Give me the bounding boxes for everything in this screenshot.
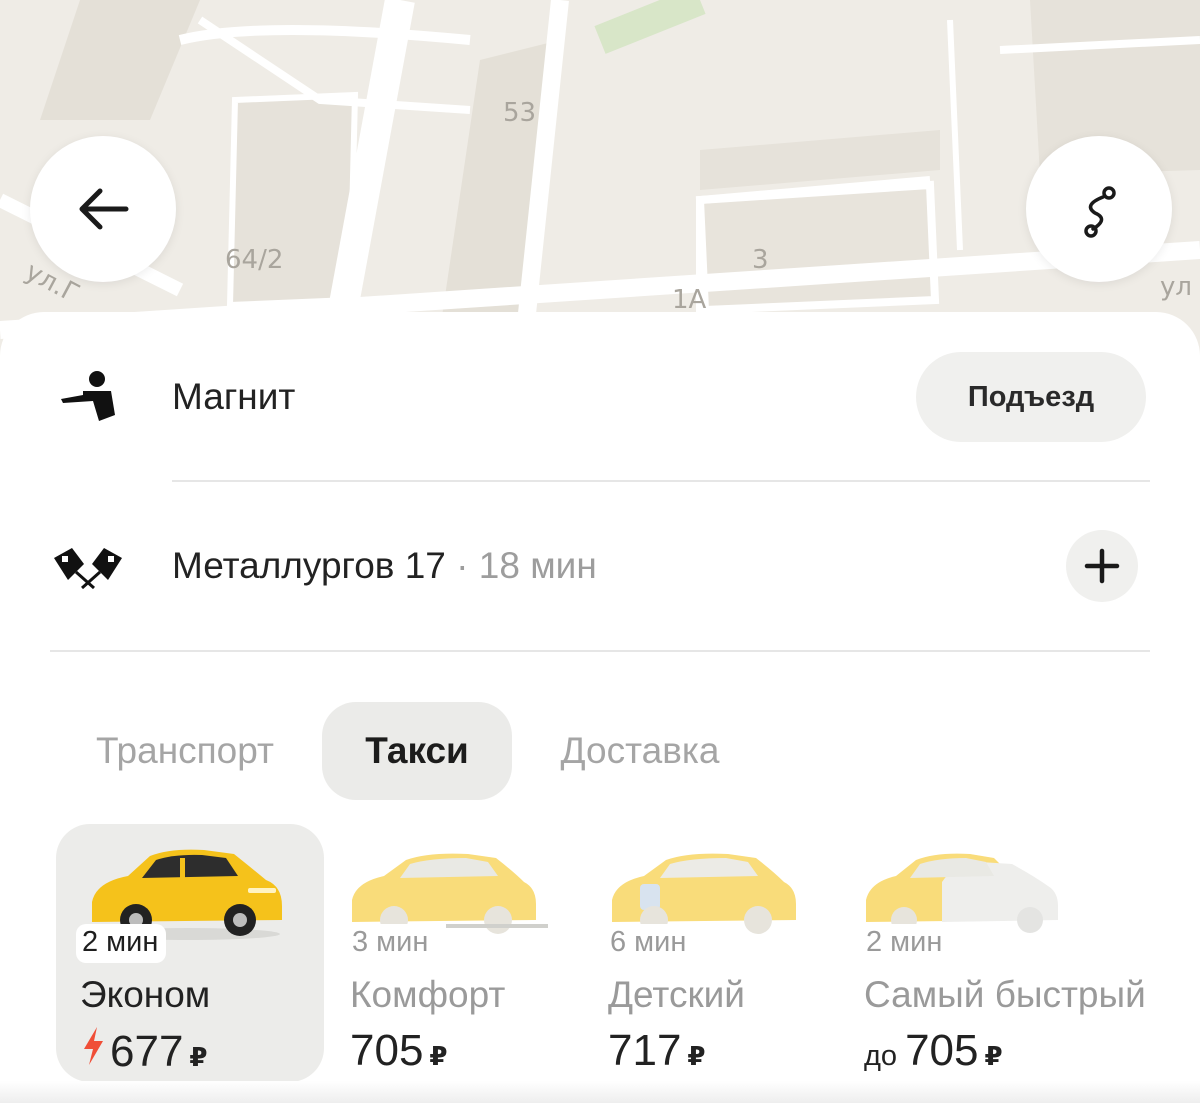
surge-bolt-icon [84, 1027, 103, 1065]
tariff-card-fastest[interactable]: 2 мин Самый быстрый до 705 ₽ [840, 824, 1190, 1082]
person-pin-icon [48, 367, 128, 427]
checkered-flags-icon [48, 536, 128, 596]
currency-symbol: ₽ [429, 1041, 448, 1071]
map-building-number: 3 [752, 245, 769, 275]
tariff-card-child[interactable]: 6 мин Детский 717 ₽ [584, 824, 852, 1082]
tariff-name: Эконом [80, 974, 211, 1015]
map-street-label: ул [1160, 272, 1193, 302]
tariff-eta: 3 мин [346, 924, 437, 963]
tariff-price: 677 ₽ [80, 1026, 208, 1077]
destination-address: Металлургов 17 · 18 мин [172, 545, 597, 587]
back-button[interactable] [30, 136, 176, 282]
tariff-card-econom[interactable]: 2 мин Эконом 677 ₽ [56, 824, 324, 1082]
origin-row[interactable]: Магнит Подъезд [0, 352, 1200, 442]
order-sheet: Магнит Подъезд Металлургов 17 · 18 мин Т… [0, 312, 1200, 1103]
map-building-number: 1А [672, 285, 707, 315]
map-building-number: 64/2 [225, 245, 284, 275]
tariff-eta: 2 мин [76, 924, 167, 963]
trip-duration: 18 мин [478, 545, 597, 586]
price-value: 705 [350, 1026, 424, 1075]
destination-label: Металлургов 17 [172, 545, 446, 586]
price-prefix: до [864, 1040, 898, 1072]
tab-transport[interactable]: Транспорт [78, 702, 292, 800]
destination-row[interactable]: Металлургов 17 · 18 мин [0, 526, 1200, 606]
currency-symbol: ₽ [984, 1041, 1003, 1071]
tariff-eta: 6 мин [604, 924, 695, 963]
service-tabs: Транспорт Такси Доставка [0, 702, 1200, 802]
tariff-name: Комфорт [350, 974, 506, 1015]
currency-symbol: ₽ [687, 1041, 706, 1071]
price-value: 717 [608, 1026, 682, 1075]
divider [50, 650, 1150, 652]
map-building-number: 53 [503, 98, 537, 128]
tariff-price: 717 ₽ [608, 1026, 706, 1076]
bottom-fade [0, 1081, 1200, 1103]
origin-address: Магнит [172, 376, 296, 417]
price-value: 705 [905, 1026, 979, 1075]
divider [172, 480, 1150, 482]
tariff-price: до 705 ₽ [864, 1026, 1003, 1076]
tariff-card-comfort[interactable]: 3 мин Комфорт 705 ₽ [326, 824, 594, 1082]
plus-icon [1084, 548, 1120, 584]
route-icon [1084, 186, 1116, 238]
arrow-left-icon [79, 188, 129, 230]
tariff-eta: 2 мин [860, 924, 951, 963]
separator-dot: · [456, 545, 469, 586]
currency-symbol: ₽ [189, 1042, 208, 1072]
tab-delivery[interactable]: Доставка [540, 702, 740, 800]
tariff-name: Самый быстрый [864, 974, 1146, 1015]
entrance-button[interactable]: Подъезд [916, 352, 1146, 442]
route-options-button[interactable] [1026, 136, 1172, 282]
tariff-price: 705 ₽ [350, 1026, 448, 1076]
add-stop-button[interactable] [1066, 530, 1138, 602]
price-value: 677 [110, 1027, 184, 1076]
tariff-name: Детский [608, 974, 745, 1015]
tab-taxi[interactable]: Такси [322, 702, 512, 800]
